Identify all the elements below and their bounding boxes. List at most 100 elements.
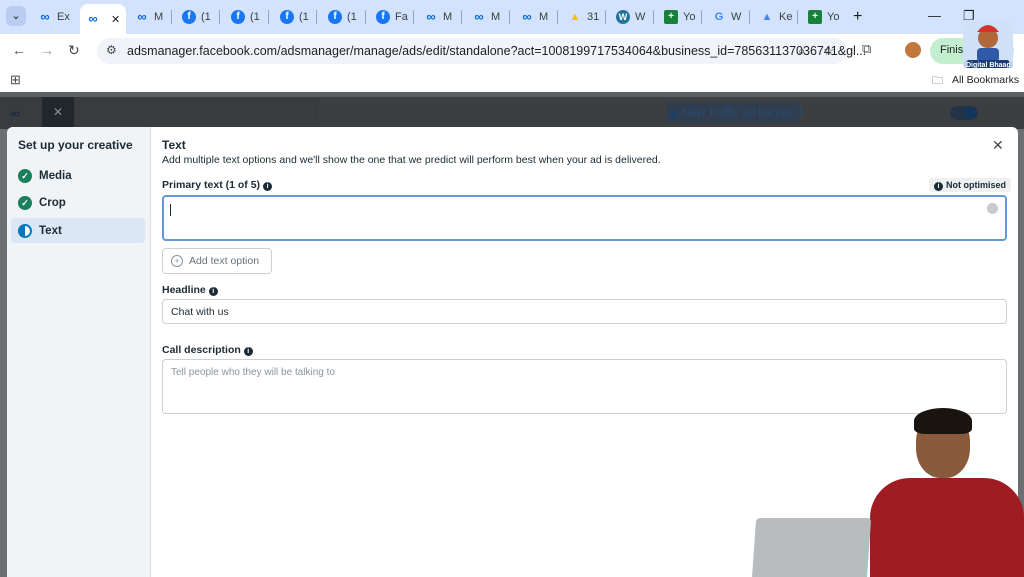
draft-status: In draft [898,107,934,119]
google-icon: G [714,11,724,23]
close-icon: ✕ [53,105,64,119]
browser-tab[interactable]: f (1 [322,5,370,29]
close-icon[interactable]: ✕ [992,137,1004,154]
minimize-icon[interactable]: — [928,8,941,23]
plus-circle-icon: + [171,255,183,267]
facebook-icon: f [182,10,196,24]
browser-tab[interactable]: + Yo [658,5,706,29]
text-cursor [170,204,171,216]
sidebar-toggle-icon[interactable]: ▮ [330,107,336,121]
laptop-image [751,518,872,577]
browser-tab[interactable]: ▲ 31 [562,5,610,29]
tab-divider [413,10,414,24]
status-toggle[interactable] [950,106,978,120]
meta-logo-icon: ∞ [10,105,20,121]
meta-icon: ∞ [522,9,532,24]
presenter-body [870,478,1024,577]
primary-text-input[interactable] [162,195,1007,241]
ad-set-icon: ⊞ [508,109,518,121]
zoom-icon[interactable]: ⌕ [798,43,805,59]
call-description-label: Call description i [162,344,253,356]
folder-icon: 🗀 [84,109,96,121]
info-icon[interactable]: i [208,287,218,296]
close-tab-icon[interactable]: ✕ [111,13,120,26]
tab-divider [316,10,317,24]
tab-search-button[interactable]: ⌄ [6,6,26,26]
chevron-right-icon: › [652,107,656,119]
browser-tab[interactable]: ▲ Ke [754,5,802,29]
browser-tab[interactable]: f (1 [274,5,322,29]
browser-tab[interactable]: f (1 [225,5,273,29]
reload-icon[interactable]: ↻ [68,42,80,59]
check-circle-icon: ✓ [18,195,32,210]
sheets-icon: + [808,10,822,24]
tab-divider [797,10,798,24]
draft-status-icon: ○ [884,107,891,119]
browser-tab[interactable]: WW [610,5,658,29]
more-options-icon[interactable]: ••• [994,107,1006,119]
sidebar-heading: Set up your creative [18,138,133,152]
google-ads-icon: ▲ [761,11,773,23]
drive-icon: ▲ [569,11,581,23]
tab-divider [749,10,750,24]
browser-tab[interactable]: ∞ M [466,5,514,29]
address-bar[interactable]: ⚙ adsmanager.facebook.com/adsmanager/man… [97,38,866,64]
site-settings-icon[interactable]: ⚙ [106,43,117,57]
add-text-option-button[interactable]: + Add text option [162,248,272,274]
folder-icon: 🗀 [360,109,372,121]
browser-tab[interactable]: ∞ M [514,5,562,29]
tab-divider [557,10,558,24]
tab-divider [365,10,366,24]
close-editor-button[interactable]: ✕ [42,97,74,129]
breadcrumb-ad[interactable]: New Traffic ad banner 1 [682,107,804,119]
breadcrumb-campaign[interactable]: New Traffic campaign [375,107,485,119]
wordpress-icon: W [616,10,630,24]
back-icon[interactable]: ← [12,42,26,58]
tab-divider [605,10,606,24]
ad-icon: ▣ [668,109,679,121]
forward-icon[interactable]: → [40,42,54,58]
tab-divider [653,10,654,24]
url-text[interactable]: adsmanager.facebook.com/adsmanager/manag… [127,44,866,58]
facebook-icon: f [376,10,390,24]
check-circle-icon: ✓ [18,168,32,183]
browser-tab[interactable]: GW [706,5,754,29]
emoji-picker-icon[interactable] [987,203,998,214]
presenter-hair [914,408,972,434]
profile-avatar[interactable] [905,42,921,58]
panel-title: Text [162,138,186,152]
step-media[interactable]: ✓ Media [11,163,145,188]
browser-tab[interactable]: ∞ Ex [32,5,80,29]
step-crop[interactable]: ✓ Crop [11,190,145,215]
extensions-icon[interactable]: ⧉ [862,41,871,57]
browser-tab[interactable]: f (1 [176,5,224,29]
browser-tab-active[interactable]: ∞ ✕ [80,4,126,34]
browser-tab[interactable]: + Yo [802,5,850,29]
chevron-right-icon: › [492,107,496,119]
tab-divider [461,10,462,24]
step-text[interactable]: Text [11,218,145,243]
breadcrumb-ad-set[interactable]: New Traffic ad set feeds [523,107,646,119]
tab-divider [268,10,269,24]
half-circle-progress-icon [18,223,32,238]
more-options-icon[interactable]: ••• [283,107,295,119]
meta-icon: ∞ [88,11,98,26]
panel-subtitle: Add multiple text options and we'll show… [162,154,661,166]
tab-divider [219,10,220,24]
bookmark-star-icon[interactable]: ☆ [823,43,835,59]
headline-input[interactable]: Chat with us [162,299,1007,324]
call-description-input[interactable]: Tell people who they will be talking to [162,359,1007,414]
all-bookmarks-link[interactable]: All Bookmarks [952,74,1019,86]
browser-tab[interactable]: ∞ M [129,5,177,29]
new-tab-icon[interactable]: + [853,8,862,26]
campaign-name[interactable]: New Traffic campaign [100,107,210,119]
browser-tab[interactable]: f Fa [370,5,418,29]
info-icon[interactable]: i [263,182,273,191]
sheets-icon: + [664,10,678,24]
bookmarks-bar: ⊞ 🗀 All Bookmarks [0,68,1024,92]
apps-grid-icon[interactable]: ⊞ [10,72,21,88]
tab-divider [701,10,702,24]
browser-tab[interactable]: ∞ M [418,5,466,29]
info-icon[interactable]: i [243,347,253,356]
toggle-knob [964,107,976,119]
